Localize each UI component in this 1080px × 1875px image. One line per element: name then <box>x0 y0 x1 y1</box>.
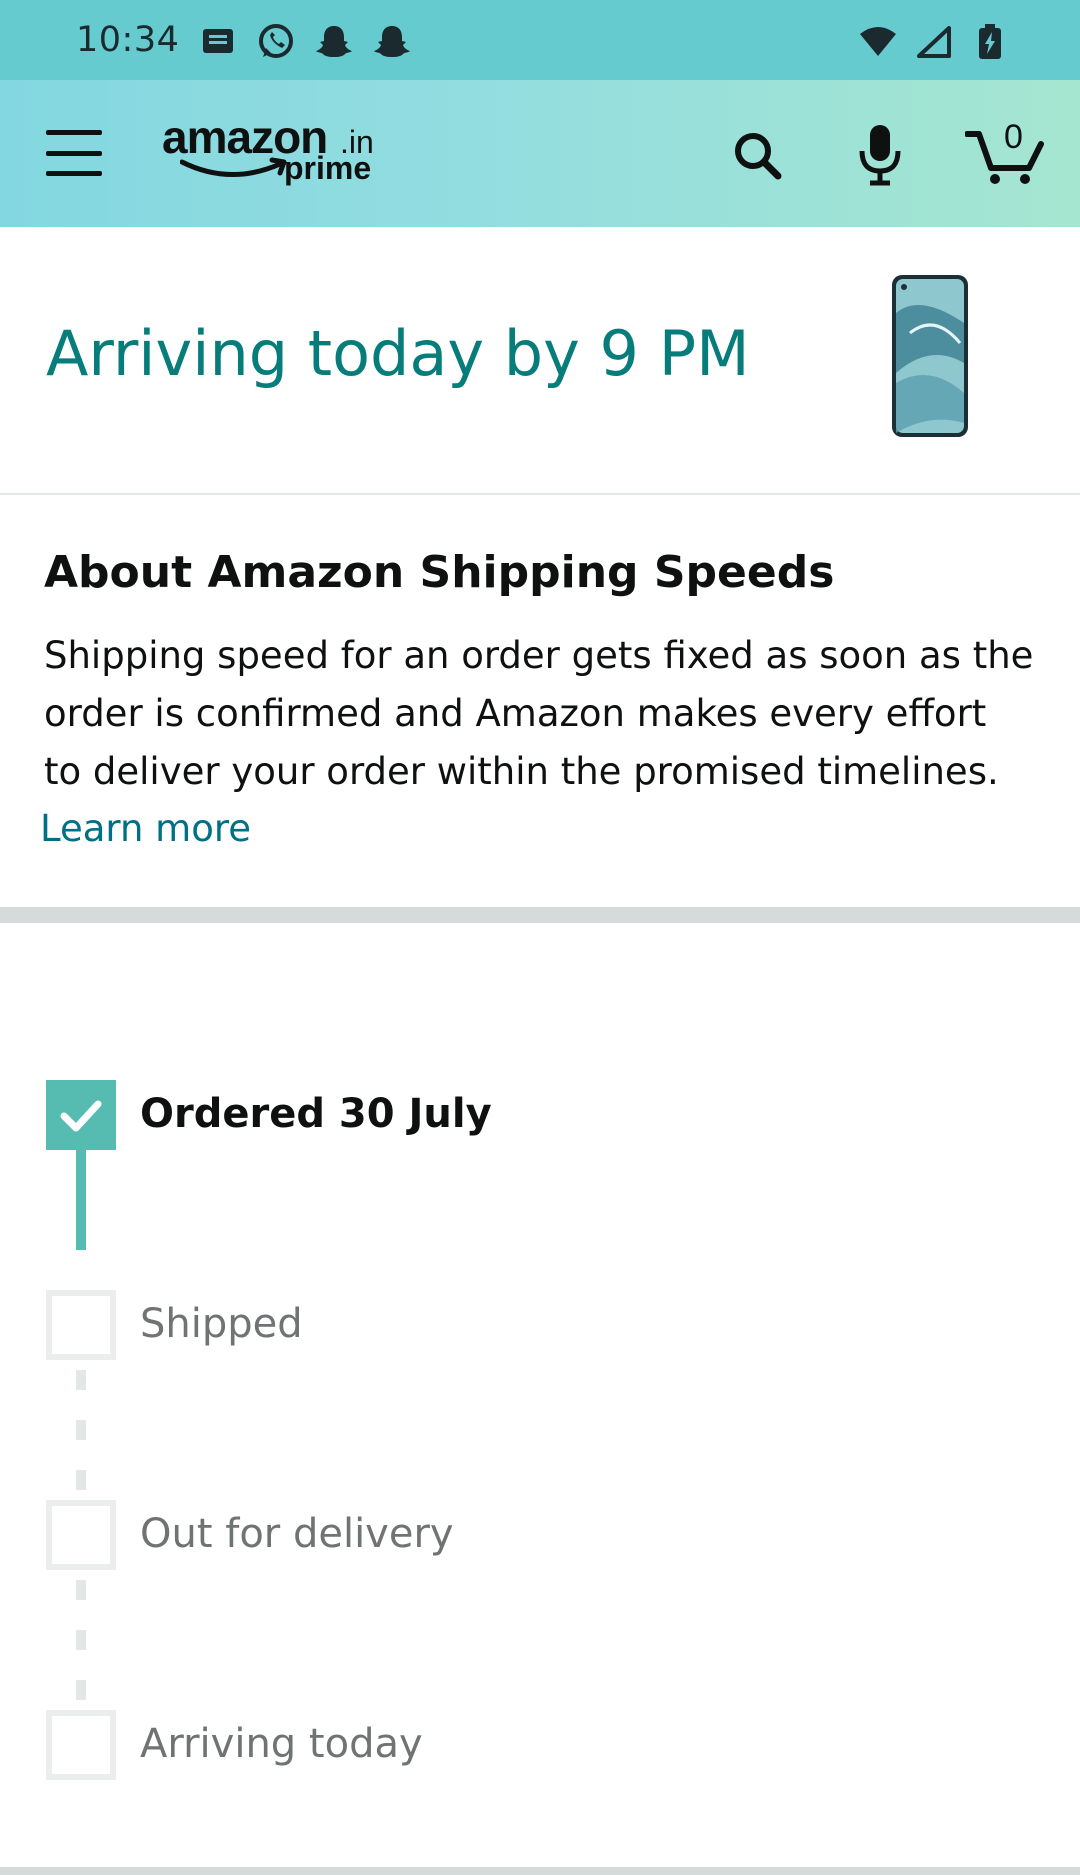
message-icon <box>196 22 240 62</box>
amazon-prime-logo[interactable]: amazon .in prime <box>160 110 390 200</box>
smile-icon <box>180 157 287 177</box>
rail-dash <box>76 1580 86 1600</box>
logo-prime: prime <box>284 150 372 186</box>
rail-dash <box>76 1370 86 1390</box>
shipment-tracker: Ordered 30 July Shipped Out for delivery… <box>0 923 1080 1873</box>
snapchat-icon <box>312 22 356 62</box>
about-title: About Amazon Shipping Speeds <box>44 547 835 598</box>
whatsapp-icon <box>254 22 298 62</box>
step-label-ordered: Ordered 30 July <box>140 1091 492 1137</box>
step-checkbox-out-for-delivery <box>46 1500 116 1570</box>
menu-icon[interactable] <box>46 130 102 176</box>
signal-icon <box>912 22 956 62</box>
cart-count: 0 <box>1004 118 1023 156</box>
step-checkbox-shipped <box>46 1290 116 1360</box>
rail-dash <box>76 1470 86 1490</box>
notification-icons <box>196 22 414 62</box>
search-icon[interactable] <box>722 120 792 190</box>
section-divider <box>0 907 1080 923</box>
microphone-icon[interactable] <box>845 120 915 190</box>
product-thumbnail[interactable] <box>890 273 970 439</box>
cart-button[interactable]: 0 <box>960 118 1050 190</box>
system-icons <box>856 22 1012 62</box>
learn-more-link[interactable]: Learn more <box>40 807 251 850</box>
check-icon <box>60 1100 102 1132</box>
step-label-out-for-delivery: Out for delivery <box>140 1511 454 1557</box>
step-label-shipped: Shipped <box>140 1301 303 1347</box>
rail-dash <box>76 1420 86 1440</box>
step-checkbox-arriving-today <box>46 1710 116 1780</box>
bottom-divider <box>0 1867 1080 1875</box>
rail-dash <box>76 1680 86 1700</box>
about-body: Shipping speed for an order gets fixed a… <box>44 634 1034 793</box>
app-header: amazon .in prime 0 <box>0 80 1080 227</box>
progress-rail <box>76 1150 86 1250</box>
arrival-section: Arriving today by 9 PM <box>0 227 1080 495</box>
rail-dash <box>76 1630 86 1650</box>
wifi-icon <box>856 22 900 62</box>
step-label-arriving-today: Arriving today <box>140 1721 423 1767</box>
battery-charging-icon <box>968 22 1012 62</box>
status-bar: 10:34 <box>0 0 1080 80</box>
step-checkbox-ordered <box>46 1080 116 1150</box>
snapchat-icon <box>370 22 414 62</box>
status-time: 10:34 <box>76 20 180 60</box>
arrival-title: Arriving today by 9 PM <box>46 317 750 390</box>
about-shipping-section: About Amazon Shipping Speeds Shipping sp… <box>0 497 1080 907</box>
